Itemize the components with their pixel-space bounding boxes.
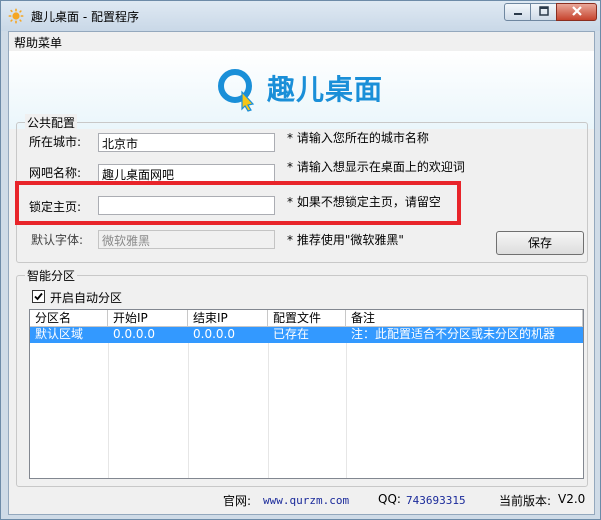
title-bar[interactable]: 趣儿桌面 - 配置程序 bbox=[1, 1, 600, 31]
column-divider bbox=[346, 343, 347, 478]
qq-number: 743693315 bbox=[406, 494, 466, 507]
close-button[interactable] bbox=[556, 3, 597, 21]
close-icon bbox=[571, 6, 582, 16]
banner: 趣儿桌面 bbox=[9, 51, 594, 129]
maximize-icon bbox=[538, 6, 549, 16]
cell-end-ip: 0.0.0.0 bbox=[193, 327, 235, 341]
logo-text: 趣儿桌面 bbox=[267, 73, 384, 106]
checkmark-icon bbox=[34, 292, 43, 301]
city-field[interactable]: 北京市 bbox=[98, 133, 275, 152]
website-label: 官网: bbox=[223, 494, 252, 508]
cell-note: 注：此配置适合不分区或未分区的机器 bbox=[351, 327, 556, 341]
font-field: 微软雅黑 bbox=[98, 230, 275, 249]
logo-q-icon bbox=[218, 69, 255, 112]
column-header-start-ip[interactable]: 开始IP bbox=[108, 310, 188, 327]
cell-start-ip: 0.0.0.0 bbox=[113, 327, 155, 341]
auto-partition-label[interactable]: 开启自动分区 bbox=[50, 289, 122, 306]
minimize-button[interactable] bbox=[504, 3, 531, 21]
version-value: V2.0 bbox=[558, 492, 586, 506]
column-divider bbox=[108, 343, 109, 478]
website-link[interactable]: www.qurzm.com bbox=[263, 494, 349, 507]
app-window: 趣儿桌面 - 配置程序 帮助菜单 趣儿桌面 公共配置 所在城市: 北京市 * 请… bbox=[0, 0, 601, 520]
partition-list[interactable]: 分区名 开始IP 结束IP 配置文件 备注 默认区域 0.0.0.0 0.0.0… bbox=[29, 309, 584, 479]
table-row[interactable]: 默认区域 0.0.0.0 0.0.0.0 已存在 注：此配置适合不分区或未分区的… bbox=[30, 327, 583, 343]
netbar-label: 网吧名称: bbox=[29, 166, 82, 180]
city-label: 所在城市: bbox=[29, 135, 82, 149]
menu-help[interactable]: 帮助菜单 bbox=[14, 34, 62, 51]
font-hint: * 推荐使用"微软雅黑" bbox=[287, 233, 404, 247]
sun-app-icon bbox=[8, 8, 24, 24]
column-divider bbox=[268, 343, 269, 478]
city-hint: * 请输入您所在的城市名称 bbox=[287, 131, 429, 145]
cell-config: 已存在 bbox=[273, 327, 310, 341]
auto-partition-checkbox[interactable] bbox=[32, 290, 45, 303]
cell-name: 默认区域 bbox=[35, 327, 84, 341]
smart-partition-title: 智能分区 bbox=[25, 267, 78, 284]
menu-bar: 帮助菜单 bbox=[9, 32, 594, 52]
qq-label: QQ: bbox=[378, 492, 401, 506]
column-header-end-ip[interactable]: 结束IP bbox=[188, 310, 268, 327]
maximize-button[interactable] bbox=[530, 3, 557, 21]
window-title: 趣儿桌面 - 配置程序 bbox=[31, 10, 139, 24]
public-config-title: 公共配置 bbox=[25, 114, 78, 131]
column-header-config[interactable]: 配置文件 bbox=[268, 310, 346, 327]
minimize-icon bbox=[513, 13, 522, 15]
version-label: 当前版本: bbox=[499, 494, 552, 508]
column-header-name[interactable]: 分区名 bbox=[30, 310, 108, 327]
font-label: 默认字体: bbox=[31, 233, 84, 247]
column-header-note[interactable]: 备注 bbox=[346, 310, 583, 327]
column-divider bbox=[188, 343, 189, 478]
netbar-hint: * 请输入想显示在桌面上的欢迎词 bbox=[287, 160, 465, 174]
save-button[interactable]: 保存 bbox=[496, 231, 584, 255]
logo: 趣儿桌面 bbox=[215, 62, 415, 112]
highlight-box bbox=[15, 181, 461, 225]
